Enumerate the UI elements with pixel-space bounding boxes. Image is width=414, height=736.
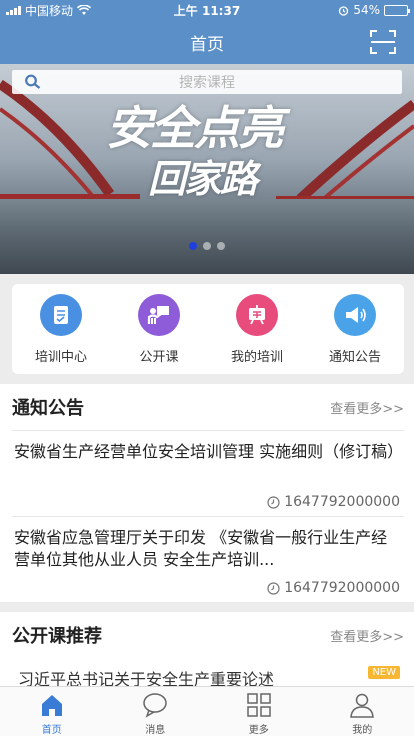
signal-icon xyxy=(6,5,21,15)
course-section: 公开课推荐 查看更多>> 习近平总书记关于安全生产重要论述 NEW xyxy=(0,612,414,686)
quick-item-open-class[interactable]: 公开课 xyxy=(110,284,208,374)
tab-more[interactable]: 更多 xyxy=(207,687,311,736)
banner-carousel[interactable]: 搜索课程 安全点亮 回家路 xyxy=(0,64,414,274)
scan-icon[interactable] xyxy=(370,30,396,54)
page-title: 首页 xyxy=(190,34,224,55)
tab-label: 我的 xyxy=(352,725,373,736)
city-skyline xyxy=(0,199,414,274)
slogan-line-2: 回家路 xyxy=(148,156,258,201)
carousel-dots[interactable] xyxy=(0,242,414,250)
clock-icon xyxy=(267,581,280,595)
grid-icon xyxy=(247,693,271,717)
message-icon xyxy=(143,693,167,718)
quick-item-training-center[interactable]: 培训中心 xyxy=(12,284,110,374)
tab-bar: 首页 消息 更多 我的 xyxy=(0,686,414,736)
quick-item-label: 公开课 xyxy=(139,350,179,365)
quick-item-label: 通知公告 xyxy=(328,350,381,365)
wifi-icon xyxy=(77,4,92,15)
course-more-link[interactable]: 查看更多>> xyxy=(330,626,404,645)
tab-message[interactable]: 消息 xyxy=(104,687,208,736)
quick-item-announcement[interactable]: 通知公告 xyxy=(306,284,404,374)
training-center-icon xyxy=(40,294,82,336)
notice-section: 通知公告 查看更多>> 安徽省生产经营单位安全培训管理 实施细则（修订稿） 16… xyxy=(0,384,414,602)
tab-profile[interactable]: 我的 xyxy=(311,687,414,736)
my-training-icon xyxy=(236,294,278,336)
nav-bar: 首页 xyxy=(0,20,414,64)
quick-menu: 培训中心 公开课 我的培训 通知公告 xyxy=(12,284,404,374)
carousel-dot[interactable] xyxy=(189,242,197,250)
course-section-title: 公开课推荐 xyxy=(12,626,102,647)
carrier-name: 中国移动 xyxy=(25,3,74,18)
status-time: 上午 11:37 xyxy=(173,3,241,18)
new-badge: NEW xyxy=(368,666,400,679)
notice-time: 1647792000000 xyxy=(284,580,400,596)
carousel-dot[interactable] xyxy=(217,242,225,250)
home-icon xyxy=(41,695,62,716)
profile-icon xyxy=(350,693,375,718)
carousel-dot[interactable] xyxy=(203,242,211,250)
clock-icon xyxy=(267,495,280,509)
status-bar: 中国移动 上午 11:37 54% xyxy=(0,0,414,20)
tab-label: 首页 xyxy=(41,725,62,736)
battery-icon xyxy=(384,4,410,16)
notice-section-title: 通知公告 xyxy=(12,398,84,419)
search-icon xyxy=(25,74,41,89)
quick-item-label: 我的培训 xyxy=(230,350,283,365)
notice-title: 安徽省生产经营单位安全培训管理 实施细则（修订稿） xyxy=(14,442,398,461)
announcement-icon xyxy=(334,294,376,336)
quick-item-label: 培训中心 xyxy=(34,350,87,365)
tab-home[interactable]: 首页 xyxy=(0,687,104,736)
notice-time: 1647792000000 xyxy=(284,494,400,510)
tab-label: 更多 xyxy=(248,725,269,736)
banner-slogan: 安全点亮 回家路 xyxy=(100,86,310,201)
notice-item[interactable]: 安徽省生产经营单位安全培训管理 实施细则（修订稿） 1647792000000 xyxy=(12,430,404,516)
quick-item-my-training[interactable]: 我的培训 xyxy=(208,284,306,374)
course-item-title[interactable]: 习近平总书记关于安全生产重要论述 xyxy=(18,666,396,686)
open-class-icon xyxy=(138,294,180,336)
alarm-icon xyxy=(339,5,349,16)
tab-label: 消息 xyxy=(145,725,166,736)
notice-more-link[interactable]: 查看更多>> xyxy=(330,398,404,417)
notice-item[interactable]: 安徽省应急管理厅关于印发 《安徽省一般行业生产经营单位其他从业人员 安全生产培训… xyxy=(12,516,404,602)
notice-title: 安徽省应急管理厅关于印发 《安徽省一般行业生产经营单位其他从业人员 安全生产培训… xyxy=(14,528,388,569)
battery-percent: 54% xyxy=(353,3,380,17)
